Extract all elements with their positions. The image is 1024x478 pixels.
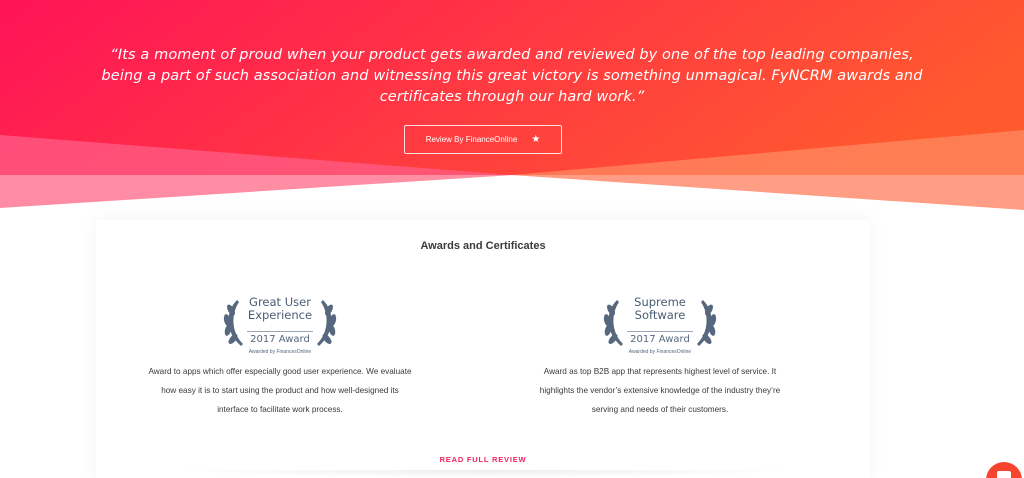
chat-icon: [997, 471, 1011, 478]
hero-quote: “Its a moment of proud when your product…: [90, 45, 934, 108]
card-bottom-shadow: [170, 470, 800, 478]
badge-title: Great User Experience: [233, 296, 327, 322]
quote-line-1: “Its a moment of proud when your product…: [110, 47, 914, 63]
badge-year: 2017 Award: [250, 334, 310, 345]
quote-line-3: certificates through our hard work.”: [379, 89, 645, 105]
badge-year: 2017 Award: [630, 334, 690, 345]
supreme-software-badge: Supreme Software 2017 Award Awarded by F…: [595, 290, 725, 362]
badge-awarded-by: Awarded by FinancesOnline: [248, 349, 312, 355]
badge-title: Supreme Software: [613, 296, 707, 322]
award-supreme-software: Supreme Software 2017 Award Awarded by F…: [490, 290, 830, 419]
desc-line-3: interface to facilitate work process.: [217, 405, 343, 414]
desc-line-1: Award as top B2B app that represents hig…: [543, 367, 777, 376]
desc-line-3: serving and needs of their customers.: [591, 405, 729, 414]
hero-background: [0, 0, 1024, 220]
badge-divider: [627, 331, 693, 332]
quote-line-2: being a part of such association and wit…: [101, 68, 923, 84]
award-great-user-experience: Great User Experience 2017 Award Awarded…: [110, 290, 450, 419]
award-description: Award to apps which offer especially goo…: [110, 362, 450, 419]
read-full-review-link[interactable]: READ FULL REVIEW: [96, 455, 870, 464]
badge-divider: [247, 331, 313, 332]
hero-banner: “Its a moment of proud when your product…: [0, 0, 1024, 220]
review-button-label: Review By FinanceOnline: [425, 135, 518, 144]
badge-title-line-2: Software: [634, 308, 686, 322]
desc-line-2: highlights the vendor’s extensive knowle…: [539, 386, 781, 395]
star-icon: ★: [531, 133, 541, 145]
great-user-experience-badge: Great User Experience 2017 Award Awarded…: [215, 290, 345, 362]
badge-awarded-by: Awarded by FinancesOnline: [628, 349, 692, 355]
chat-widget-button[interactable]: [986, 462, 1022, 478]
award-description: Award as top B2B app that represents hig…: [490, 362, 830, 419]
desc-line-1: Award to apps which offer especially goo…: [148, 367, 412, 376]
section-title: Awards and Certificates: [420, 240, 546, 252]
badge-title-line-2: Experience: [247, 308, 313, 322]
review-by-financeonline-button[interactable]: Review By FinanceOnline ★: [404, 125, 562, 154]
desc-line-2: how easy it is to start using the produc…: [161, 386, 399, 395]
